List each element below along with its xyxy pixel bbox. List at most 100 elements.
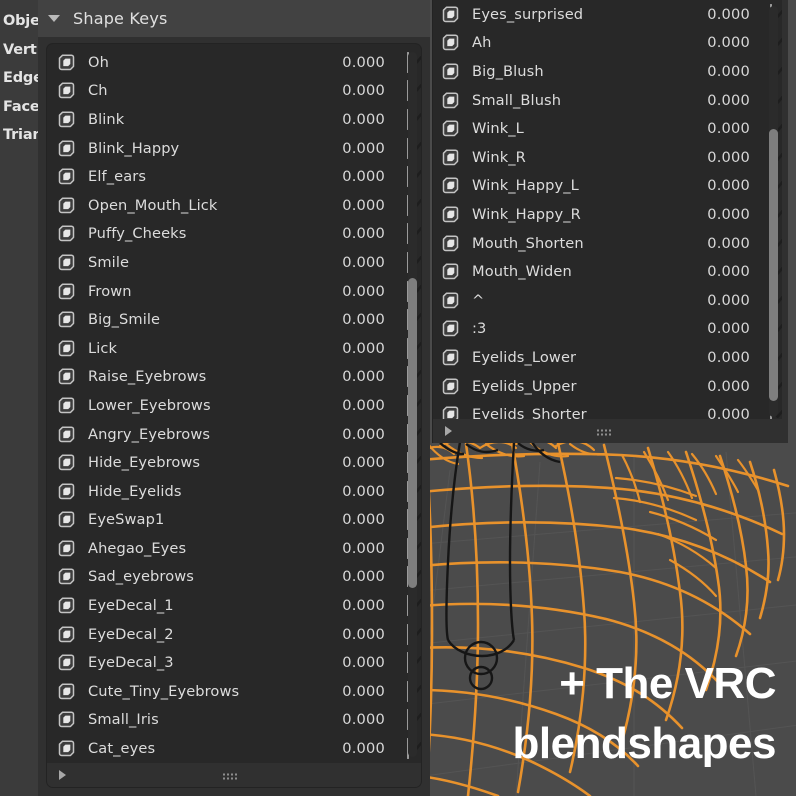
shape-key-row[interactable]: Elf_ears 0.000 [47, 162, 421, 191]
shape-key-row[interactable]: Wink_Happy_R 0.000 [433, 200, 782, 229]
shape-key-row[interactable]: Hide_Eyelids 0.000 [47, 477, 421, 506]
shape-key-value[interactable]: 0.000 [692, 235, 750, 252]
shape-key-value[interactable]: 0.000 [692, 349, 750, 366]
shape-key-value[interactable]: 0.000 [327, 511, 385, 528]
shape-key-row[interactable]: EyeSwap1 0.000 [47, 506, 421, 535]
shape-keys-panel-primary: Shape Keys Oh 0.000 Ch 0.000 Blink 0.000 Blink… [38, 0, 430, 796]
shape-keys-list-secondary[interactable]: Eyes_surprised 0.000 Ah 0.000 Big_Blush 0.000… [432, 0, 782, 443]
shape-key-value[interactable]: 0.000 [327, 54, 385, 71]
shape-key-value[interactable]: 0.000 [692, 92, 750, 109]
shape-key-value[interactable]: 0.000 [327, 311, 385, 328]
shape-key-icon [441, 234, 460, 253]
shape-key-value[interactable]: 0.000 [327, 225, 385, 242]
shape-key-value[interactable]: 0.000 [327, 454, 385, 471]
shape-key-row[interactable]: Big_Smile 0.000 [47, 305, 421, 334]
shape-key-value[interactable]: 0.000 [327, 626, 385, 643]
shape-key-row[interactable]: Small_Iris 0.000 [47, 706, 421, 735]
shape-key-value[interactable]: 0.000 [692, 378, 750, 395]
shape-key-value[interactable]: 0.000 [692, 6, 750, 23]
shape-key-row[interactable]: Angry_Eyebrows 0.000 [47, 420, 421, 449]
shape-key-row[interactable]: Cute_Tiny_Eyebrows 0.000 [47, 677, 421, 706]
shape-key-value[interactable]: 0.000 [692, 206, 750, 223]
shape-key-icon [57, 81, 76, 100]
shape-key-value[interactable]: 0.000 [692, 34, 750, 51]
shape-key-row[interactable]: Mouth_Shorten 0.000 [433, 229, 782, 258]
vertical-scrollbar-secondary[interactable] [769, 6, 778, 417]
shape-key-row[interactable]: Hide_Eyebrows 0.000 [47, 448, 421, 477]
chevron-down-icon[interactable] [48, 15, 60, 22]
shape-key-value[interactable]: 0.000 [327, 368, 385, 385]
shape-key-row[interactable]: Big_Blush 0.000 [433, 57, 782, 86]
shape-key-row[interactable]: Ah 0.000 [433, 29, 782, 58]
expand-triangle-icon[interactable] [445, 426, 452, 436]
scrollbar-thumb[interactable] [769, 129, 778, 401]
shape-key-value[interactable]: 0.000 [327, 397, 385, 414]
shape-key-value[interactable]: 0.000 [327, 168, 385, 185]
shape-key-value[interactable]: 0.000 [327, 654, 385, 671]
shape-key-value[interactable]: 0.000 [692, 149, 750, 166]
shape-key-value[interactable]: 0.000 [327, 340, 385, 357]
shape-key-row[interactable]: Blink_Happy 0.000 [47, 134, 421, 163]
shape-key-row[interactable]: Eyelids_Upper 0.000 [433, 372, 782, 401]
shape-key-row[interactable]: Wink_L 0.000 [433, 114, 782, 143]
shape-key-value[interactable]: 0.000 [327, 283, 385, 300]
shape-key-row[interactable]: Eyelids_Lower 0.000 [433, 343, 782, 372]
shape-key-icon [57, 539, 76, 558]
shape-key-row[interactable]: Cat_eyes 0.000 [47, 734, 421, 763]
shape-key-row[interactable]: Sad_eyebrows 0.000 [47, 563, 421, 592]
shape-key-row[interactable]: :3 0.000 [433, 315, 782, 344]
shape-key-row[interactable]: Wink_Happy_L 0.000 [433, 172, 782, 201]
shape-key-row[interactable]: Mouth_Widen 0.000 [433, 257, 782, 286]
shape-key-value[interactable]: 0.000 [327, 740, 385, 757]
shape-key-value[interactable]: 0.000 [327, 140, 385, 157]
shape-key-row[interactable]: Blink 0.000 [47, 105, 421, 134]
shape-key-value[interactable]: 0.000 [692, 120, 750, 137]
shape-key-row[interactable]: Wink_R 0.000 [433, 143, 782, 172]
shape-key-row[interactable]: ^ 0.000 [433, 286, 782, 315]
shape-keys-panel-header[interactable]: Shape Keys [38, 0, 430, 37]
shape-key-icon [441, 91, 460, 110]
shape-key-row[interactable]: Raise_Eyebrows 0.000 [47, 363, 421, 392]
shape-key-name: EyeDecal_3 [88, 654, 174, 672]
shape-key-row[interactable]: Eyes_surprised 0.000 [433, 0, 782, 29]
vertical-scrollbar-primary[interactable] [408, 52, 417, 757]
shape-key-value[interactable]: 0.000 [692, 263, 750, 280]
shape-key-value[interactable]: 0.000 [327, 483, 385, 500]
shape-key-value[interactable]: 0.000 [692, 177, 750, 194]
scrollbar-thumb[interactable] [408, 277, 417, 588]
shape-key-row[interactable]: EyeDecal_1 0.000 [47, 591, 421, 620]
shape-key-value[interactable]: 0.000 [692, 292, 750, 309]
shape-key-value[interactable]: 0.000 [692, 320, 750, 337]
shape-key-row[interactable]: Lower_Eyebrows 0.000 [47, 391, 421, 420]
shape-key-value[interactable]: 0.000 [327, 254, 385, 271]
shape-key-row[interactable]: Oh 0.000 [47, 48, 421, 77]
shape-key-row[interactable]: Frown 0.000 [47, 277, 421, 306]
shape-key-value[interactable]: 0.000 [327, 540, 385, 557]
shape-key-row[interactable]: Ch 0.000 [47, 77, 421, 106]
shape-key-value[interactable]: 0.000 [327, 82, 385, 99]
shape-key-row[interactable]: Open_Mouth_Lick 0.000 [47, 191, 421, 220]
shape-key-value[interactable]: 0.000 [327, 711, 385, 728]
shape-key-row[interactable]: Small_Blush 0.000 [433, 86, 782, 115]
list-footer-secondary [433, 419, 782, 443]
shape-key-row[interactable]: Ahegao_Eyes 0.000 [47, 534, 421, 563]
shape-key-row[interactable]: EyeDecal_3 0.000 [47, 648, 421, 677]
shape-key-icon [441, 205, 460, 224]
shape-key-value[interactable]: 0.000 [327, 597, 385, 614]
shape-key-row[interactable]: Puffy_Cheeks 0.000 [47, 220, 421, 249]
resize-grip-icon[interactable] [223, 766, 245, 785]
shape-keys-list-primary[interactable]: Oh 0.000 Ch 0.000 Blink 0.000 Blink_Happy 0.000… [46, 43, 422, 788]
shape-key-value[interactable]: 0.000 [327, 683, 385, 700]
shape-key-row[interactable]: Lick 0.000 [47, 334, 421, 363]
resize-grip-icon[interactable] [596, 422, 619, 441]
shape-key-value[interactable]: 0.000 [692, 63, 750, 80]
shape-key-value[interactable]: 0.000 [327, 197, 385, 214]
shape-key-value[interactable]: 0.000 [327, 568, 385, 585]
expand-triangle-icon[interactable] [59, 770, 66, 780]
shape-key-row[interactable]: EyeDecal_2 0.000 [47, 620, 421, 649]
shape-key-icon [441, 33, 460, 52]
shape-key-value[interactable]: 0.000 [327, 426, 385, 443]
shape-key-value[interactable]: 0.000 [327, 111, 385, 128]
shape-key-icon [57, 567, 76, 586]
shape-key-row[interactable]: Smile 0.000 [47, 248, 421, 277]
